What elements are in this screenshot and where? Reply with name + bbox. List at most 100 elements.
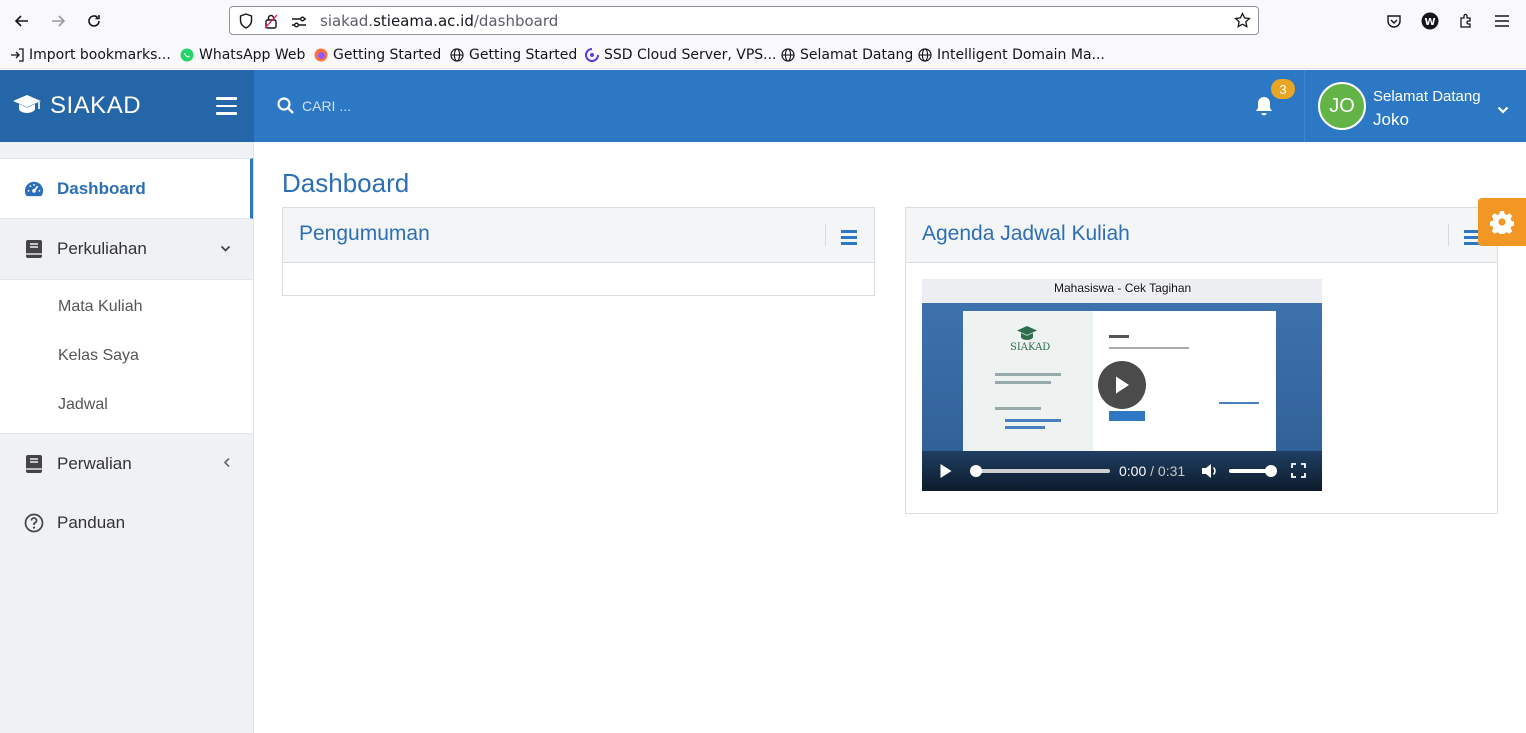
video-progress-track[interactable] [974,469,1110,473]
thumbnail-button [1109,411,1145,421]
sidebar-item-perwalian[interactable]: Perwalian [0,435,253,493]
gauge-icon [24,179,44,199]
video-time: 0:00 / 0:31 [1119,463,1185,479]
bookmark-label: Intelligent Domain Ma... [937,47,1105,63]
sidebar: Dashboard Perkuliahan Mata Kuliah Kelas … [0,142,254,733]
bookmark-intelligent-domain[interactable]: Intelligent Domain Ma... [918,45,1105,65]
thumbnail-line [1005,426,1045,429]
play-icon[interactable] [939,463,953,483]
bookmark-ssd-cloud[interactable]: SSD Cloud Server, VPS... [585,45,777,65]
search-input[interactable] [302,94,702,118]
bookmark-getting-started-firefox[interactable]: Getting Started [314,45,441,65]
thumbnail-line [1109,335,1129,338]
thumbnail-line [995,407,1041,410]
video-caption: Mahasiswa - Cek Tagihan [1054,281,1192,295]
cloud-server-icon [585,48,599,62]
bookmark-import[interactable]: Import bookmarks... [10,45,171,65]
settings-gear-button[interactable] [1478,198,1526,246]
url-text: siakad.stieama.ac.id/dashboard [320,12,559,30]
page-settings-icon[interactable] [291,14,307,33]
card-title: Agenda Jadwal Kuliah [922,222,1130,245]
thumbnail-line [1109,347,1189,349]
user-greeting[interactable]: Selamat Datang Joko [1373,85,1481,131]
insecure-lock-icon[interactable] [264,13,278,33]
thumbnail-line [1005,419,1061,422]
card-menu-button[interactable] [825,224,857,246]
menu-bars-icon [841,230,857,248]
svg-text:W: W [1424,17,1435,28]
book-icon [24,239,44,259]
bookmarks-bar: Import bookmarks... WhatsApp Web Getting… [0,41,1526,69]
card-header: Pengumuman [283,208,874,263]
card-header: Agenda Jadwal Kuliah [906,208,1497,263]
sidebar-toggle-icon[interactable] [216,97,237,115]
sidebar-item-label: Perwalian [57,454,132,473]
avatar[interactable]: JO [1318,82,1366,130]
pocket-icon[interactable] [1381,8,1407,34]
import-icon [10,48,24,62]
current-time: 0:00 [1119,463,1147,479]
top-navbar: 3 JO Selamat Datang Joko [254,70,1526,142]
video-thumbnail-login-panel: SIAKAD [963,311,1093,451]
thumbnail-link [1219,402,1259,404]
back-icon[interactable] [9,8,35,34]
book-icon [24,454,44,474]
sidebar-subitem-kelas-saya[interactable]: Kelas Saya [58,347,139,365]
fullscreen-icon[interactable] [1291,463,1306,482]
thumbnail-line [995,381,1051,384]
announcement-card: Pengumuman [282,207,875,296]
bookmark-label: Import bookmarks... [29,47,171,63]
bookmark-label: SSD Cloud Server, VPS... [604,47,777,63]
sidebar-item-panduan[interactable]: Panduan [0,494,253,552]
play-icon [1116,376,1129,394]
browser-toolbar: siakad.stieama.ac.id/dashboard W [0,0,1526,41]
gear-icon [1490,211,1514,234]
reload-icon[interactable] [81,8,107,34]
video-controls: 0:00 / 0:31 [922,451,1322,491]
thumbnail-cap-icon [1017,326,1037,340]
play-overlay-button[interactable] [1098,361,1146,409]
sidebar-item-label: Dashboard [57,178,146,198]
whatsapp-icon [180,48,194,62]
graduation-cap-icon [12,93,42,119]
video-progress-knob[interactable] [970,465,982,477]
notification-badge[interactable]: 3 [1271,79,1295,99]
greeting-text: Selamat Datang [1373,88,1481,105]
bookmark-whatsapp[interactable]: WhatsApp Web [180,45,305,65]
bookmark-label: Getting Started [333,47,442,63]
bookmark-selamat-datang[interactable]: Selamat Datang [781,45,913,65]
sidebar-subitem-jadwal[interactable]: Jadwal [58,396,108,414]
page-title: Dashboard [282,168,410,198]
extensions-icon[interactable] [1453,8,1479,34]
bookmark-label: Getting Started [469,47,578,63]
globe-icon [918,48,932,62]
volume-knob[interactable] [1265,465,1277,477]
perkuliahan-submenu: Mata Kuliah Kelas Saya Jadwal [0,279,253,434]
question-circle-icon [24,513,44,533]
sidebar-item-dashboard[interactable]: Dashboard [0,158,253,219]
globe-icon [781,48,795,62]
bookmark-getting-started[interactable]: Getting Started [450,45,577,65]
bell-icon[interactable] [1254,95,1276,119]
forward-icon[interactable] [45,8,71,34]
bookmark-star-icon[interactable] [1234,11,1251,33]
card-menu-button[interactable] [1448,224,1480,246]
brand-title[interactable]: SIAKAD [50,92,141,120]
thumbnail-line [995,373,1061,376]
account-w-icon[interactable]: W [1417,8,1443,34]
chevron-left-icon [223,455,231,473]
app-menu-icon[interactable] [1489,8,1515,34]
user-name: Joko [1373,110,1409,129]
duration: / 0:31 [1150,463,1186,479]
search-icon [277,97,294,118]
sidebar-subitem-mata-kuliah[interactable]: Mata Kuliah [58,298,143,316]
url-bar[interactable]: siakad.stieama.ac.id/dashboard [229,6,1259,35]
navbar-divider [1304,70,1305,142]
chevron-down-icon[interactable] [1497,100,1509,119]
bookmark-label: WhatsApp Web [199,47,306,63]
volume-icon[interactable] [1201,463,1219,483]
bookmark-label: Selamat Datang [800,47,914,63]
sidebar-item-label: Perkuliahan [57,239,147,258]
sidebar-item-perkuliahan[interactable]: Perkuliahan [0,220,253,278]
video-player[interactable]: SIAKAD Mahasiswa - Cek Tagihan 0:00 / 0:… [922,279,1322,491]
